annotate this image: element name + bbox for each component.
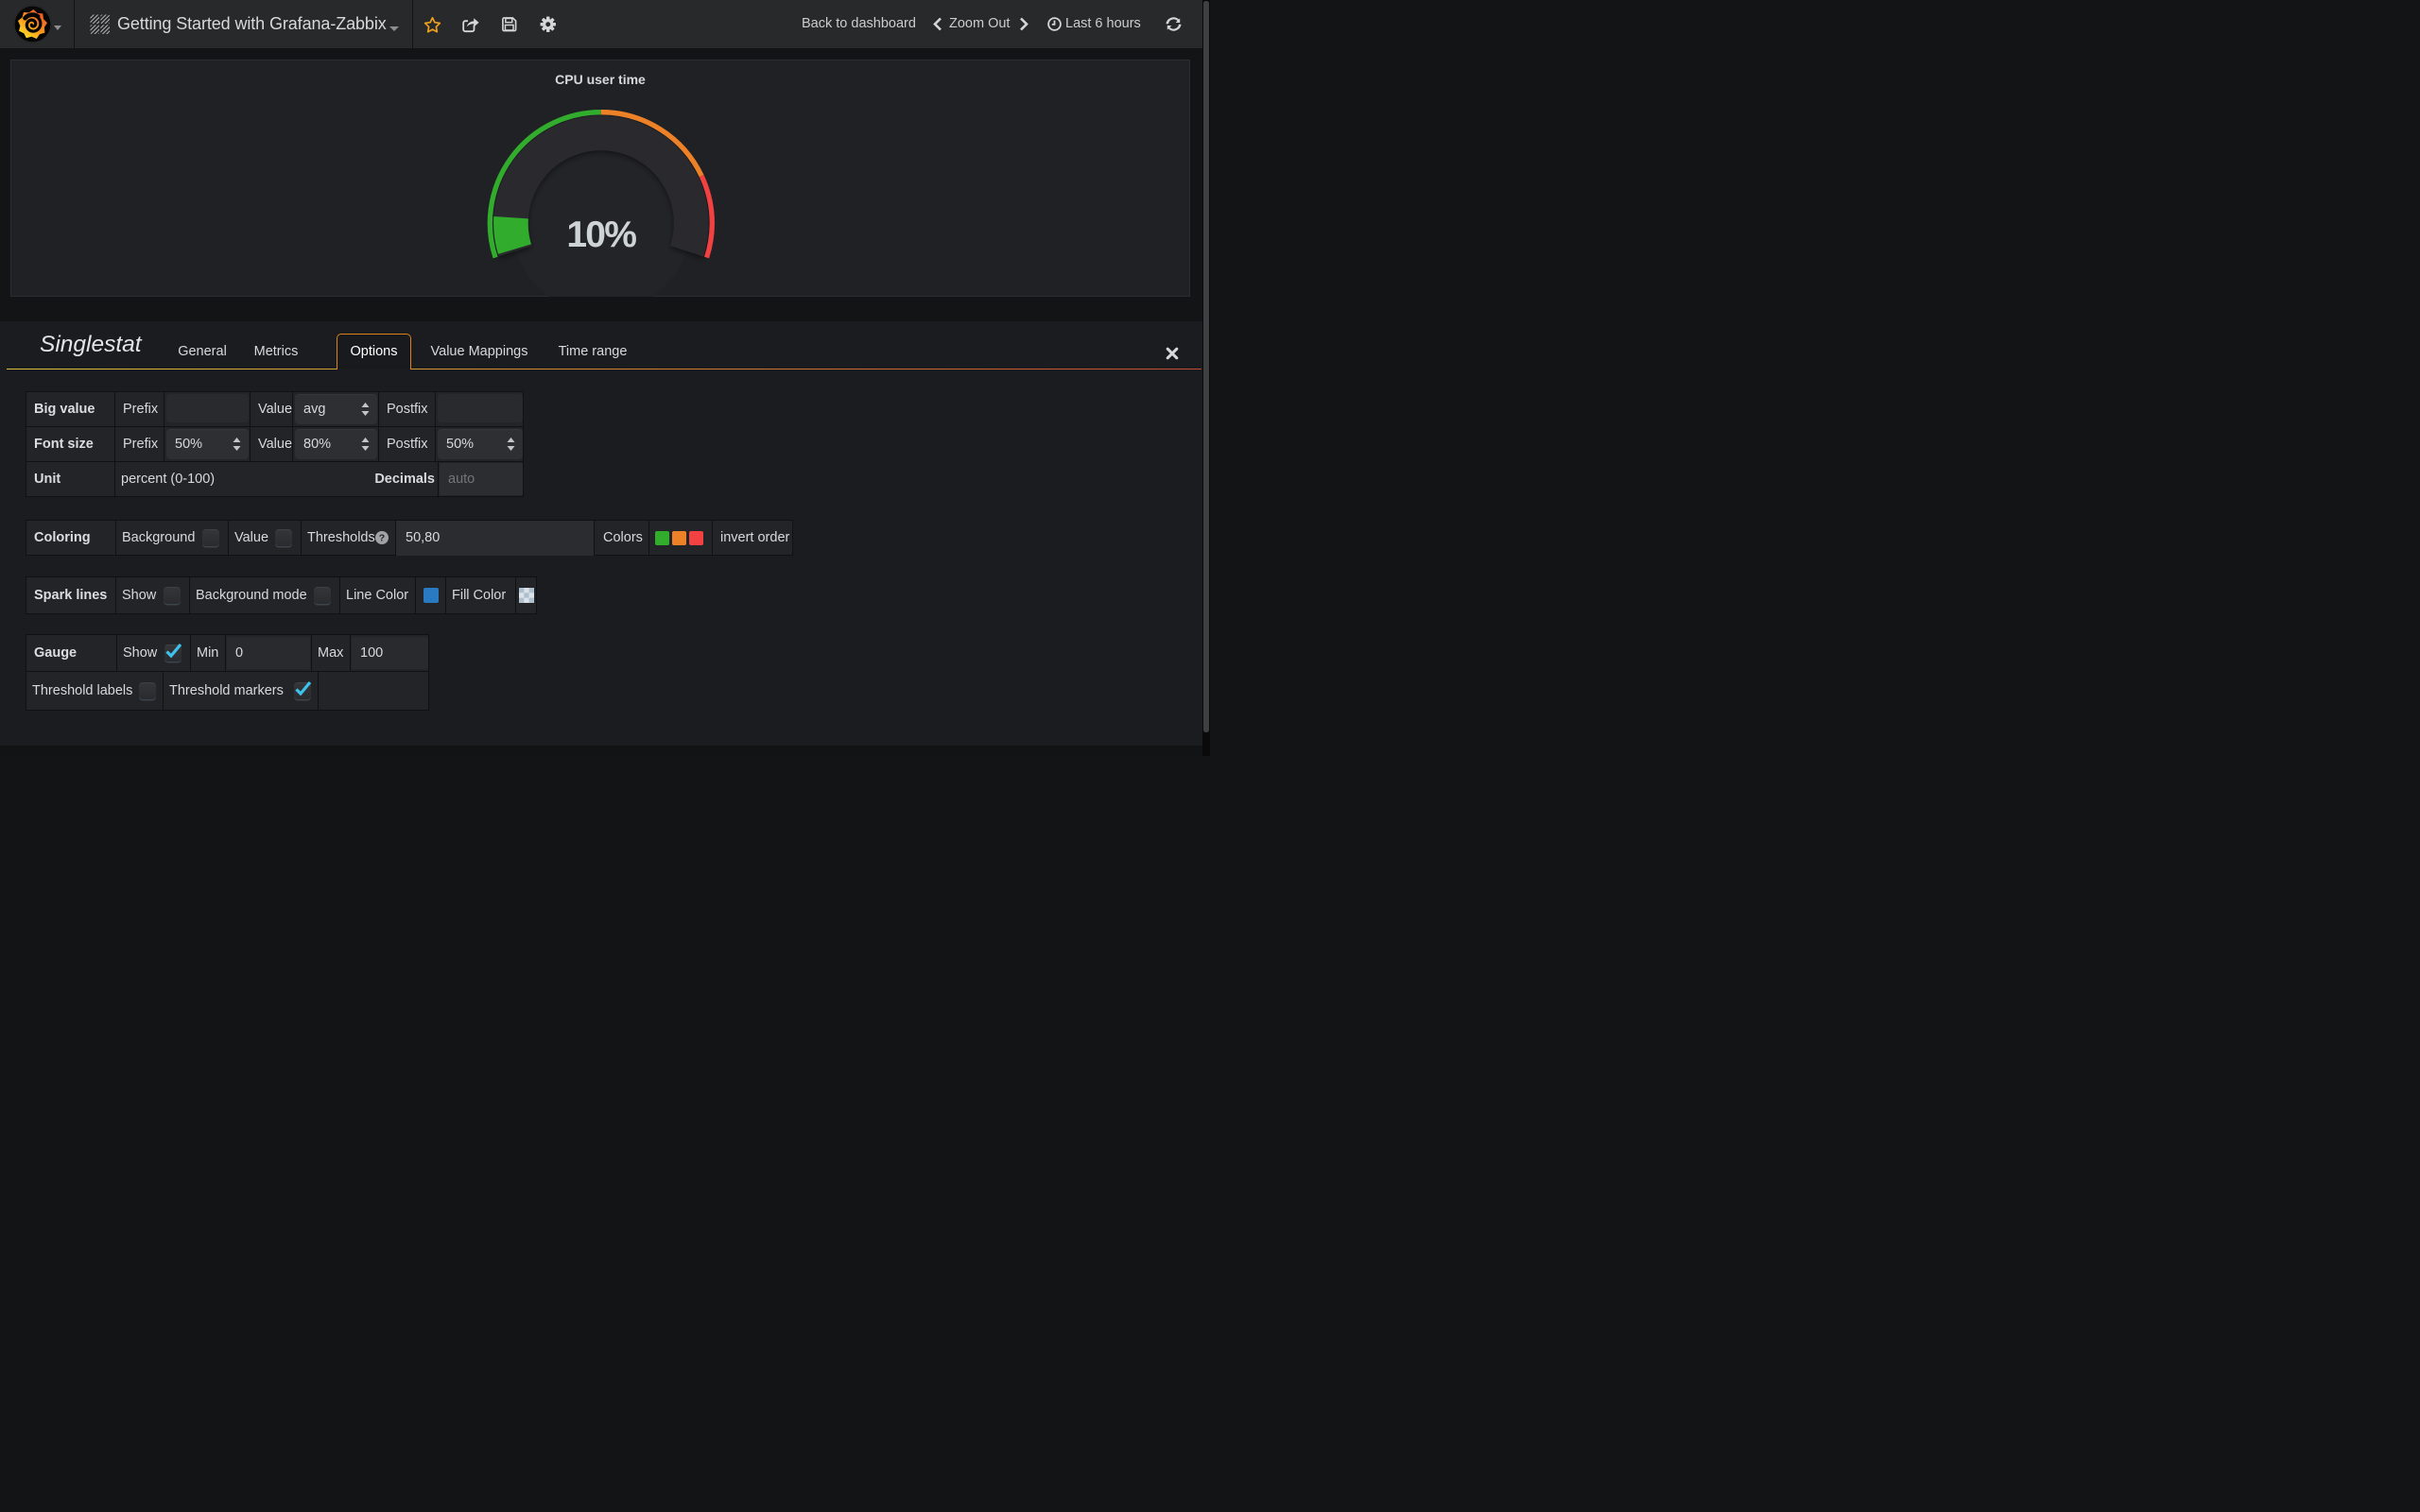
svg-text:?: ? [379, 533, 385, 544]
svg-text:10%: 10% [566, 215, 636, 255]
